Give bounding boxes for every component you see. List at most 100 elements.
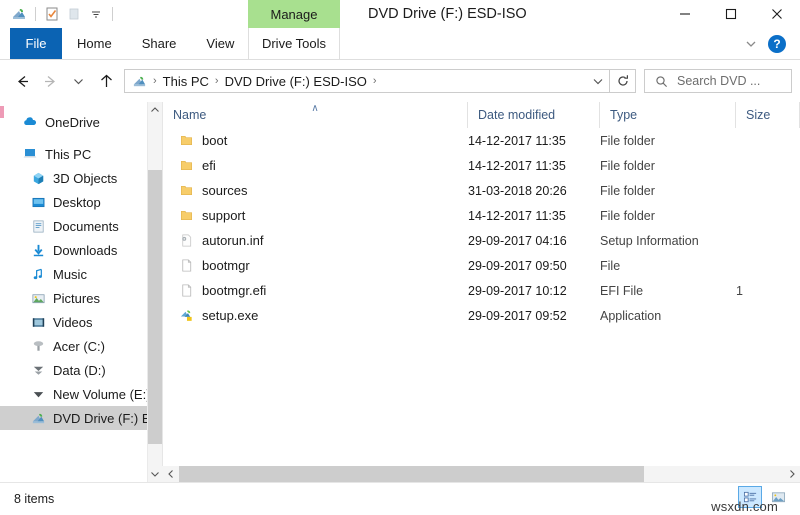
column-header-name[interactable]: ∧ Name bbox=[163, 102, 468, 128]
music-note-icon bbox=[30, 266, 46, 282]
breadcrumb-item-dvd-drive[interactable]: DVD Drive (F:) ESD-ISO bbox=[225, 74, 367, 89]
maximize-button[interactable] bbox=[708, 0, 754, 28]
help-button[interactable]: ? bbox=[768, 35, 786, 53]
sidebar-item-this-pc[interactable]: This PC bbox=[0, 142, 162, 166]
minimize-button[interactable] bbox=[662, 0, 708, 28]
tab-home[interactable]: Home bbox=[62, 28, 127, 59]
file-name-label: bootmgr.efi bbox=[202, 283, 267, 298]
watermark: wsxdn.com bbox=[711, 499, 778, 514]
sidebar-item-pictures[interactable]: Pictures bbox=[0, 286, 162, 310]
breadcrumb-item-this-pc[interactable]: This PC bbox=[163, 74, 209, 89]
new-folder-icon[interactable] bbox=[63, 3, 85, 25]
file-date-cell: 29-09-2017 09:52 bbox=[468, 308, 567, 323]
file-name-cell: bootmgr.efi bbox=[163, 283, 468, 299]
file-name-cell: boot bbox=[163, 133, 468, 149]
downloads-icon bbox=[30, 242, 46, 258]
column-header-date-modified[interactable]: Date modified bbox=[468, 102, 600, 128]
explorer-body: OneDrive This PC 3D Objects Desktop Docu… bbox=[0, 102, 800, 482]
breadcrumb-dropdown-icon[interactable] bbox=[587, 75, 609, 87]
tab-share[interactable]: Share bbox=[127, 28, 192, 59]
sidebar-item-desktop[interactable]: Desktop bbox=[0, 190, 162, 214]
onedrive-cloud-icon bbox=[22, 114, 38, 130]
tab-file[interactable]: File bbox=[10, 28, 62, 59]
table-row[interactable]: bootmgr 29-09-2017 09:50 File bbox=[163, 253, 800, 278]
file-date-cell: 29-09-2017 04:16 bbox=[468, 233, 567, 248]
refresh-button[interactable] bbox=[610, 69, 636, 93]
properties-icon[interactable] bbox=[41, 3, 63, 25]
sidebar-item-acer-c[interactable]: Acer (C:) bbox=[0, 334, 162, 358]
file-name-label: autorun.inf bbox=[202, 233, 264, 248]
table-row[interactable]: efi 14-12-2017 11:35 File folder bbox=[163, 153, 800, 178]
quick-access-partial-marker bbox=[0, 106, 4, 118]
sidebar-item-onedrive[interactable]: OneDrive bbox=[0, 110, 162, 134]
sidebar-item-label: Downloads bbox=[53, 242, 118, 258]
search-input[interactable]: Search DVD ... bbox=[644, 69, 792, 93]
recent-locations-button[interactable] bbox=[64, 66, 92, 96]
qat-separator-2 bbox=[112, 7, 113, 21]
scroll-right-arrow-icon[interactable] bbox=[783, 466, 800, 482]
scroll-up-arrow-icon[interactable] bbox=[148, 102, 162, 118]
file-name-cell: bootmgr bbox=[163, 258, 468, 274]
title-bar: Manage DVD Drive (F:) ESD-ISO bbox=[0, 0, 800, 28]
file-type-cell: EFI File bbox=[600, 283, 644, 298]
file-date-cell: 31-03-2018 20:26 bbox=[468, 183, 567, 198]
horizontal-scroll-track[interactable] bbox=[179, 466, 783, 482]
sidebar-item-dvd-drive-f[interactable]: DVD Drive (F:) ES bbox=[0, 406, 162, 430]
table-row[interactable]: boot 14-12-2017 11:35 File folder bbox=[163, 128, 800, 153]
breadcrumb-separator-0[interactable]: › bbox=[147, 75, 163, 87]
table-row[interactable]: bootmgr.efi 29-09-2017 10:12 EFI File 1 bbox=[163, 278, 800, 303]
customize-dropdown-icon[interactable] bbox=[85, 3, 107, 25]
column-headers: ∧ Name Date modified Type Size bbox=[163, 102, 800, 128]
file-list: boot 14-12-2017 11:35 File folder efi 14… bbox=[163, 128, 800, 482]
sidebar-item-music[interactable]: Music bbox=[0, 262, 162, 286]
contextual-tab-group-manage[interactable]: Manage bbox=[248, 0, 340, 28]
tab-view[interactable]: View bbox=[191, 28, 249, 59]
sidebar-item-label: 3D Objects bbox=[53, 170, 118, 186]
navigation-pane-scrollbar[interactable] bbox=[147, 102, 162, 482]
table-row[interactable]: support 14-12-2017 11:35 File folder bbox=[163, 203, 800, 228]
folder-icon bbox=[178, 208, 194, 224]
table-row[interactable]: sources 31-03-2018 20:26 File folder bbox=[163, 178, 800, 203]
sidebar-item-3d-objects[interactable]: 3D Objects bbox=[0, 166, 162, 190]
breadcrumb-dvd-drive-icon bbox=[131, 73, 147, 89]
documents-icon bbox=[30, 218, 46, 234]
file-type-cell: File folder bbox=[600, 133, 655, 148]
up-button[interactable] bbox=[92, 66, 120, 96]
file-type-cell: Application bbox=[600, 308, 662, 323]
sidebar-item-downloads[interactable]: Downloads bbox=[0, 238, 162, 262]
scroll-left-arrow-icon[interactable] bbox=[162, 466, 179, 482]
sidebar-item-new-volume-e[interactable]: New Volume (E:) bbox=[0, 382, 162, 406]
table-row[interactable]: setup.exe 29-09-2017 09:52 Application bbox=[163, 303, 800, 328]
column-header-label: Name bbox=[173, 108, 207, 122]
quick-access-toolbar bbox=[0, 0, 118, 28]
breadcrumb-separator-2[interactable]: › bbox=[367, 75, 383, 87]
forward-button[interactable] bbox=[36, 66, 64, 96]
sidebar-item-videos[interactable]: Videos bbox=[0, 310, 162, 334]
item-count-label: 8 items bbox=[14, 492, 55, 506]
scroll-down-arrow-icon[interactable] bbox=[148, 466, 162, 482]
window-title: DVD Drive (F:) ESD-ISO bbox=[368, 6, 527, 22]
tab-drive-tools[interactable]: Drive Tools bbox=[248, 28, 340, 59]
window-controls bbox=[662, 0, 800, 28]
horizontal-scrollbar-thumb[interactable] bbox=[179, 466, 645, 482]
dvd-drive-icon[interactable] bbox=[8, 3, 30, 25]
scrollbar-thumb[interactable] bbox=[148, 170, 162, 444]
file-type-cell: File folder bbox=[600, 183, 655, 198]
sidebar-item-documents[interactable]: Documents bbox=[0, 214, 162, 238]
column-header-type[interactable]: Type bbox=[600, 102, 736, 128]
breadcrumb-separator-1[interactable]: › bbox=[209, 75, 225, 87]
column-header-size[interactable]: Size bbox=[736, 102, 800, 128]
chevron-down-icon[interactable] bbox=[738, 31, 764, 57]
sidebar-item-label: This PC bbox=[45, 146, 92, 162]
file-name-label: support bbox=[202, 208, 246, 223]
sidebar-item-data-d[interactable]: Data (D:) bbox=[0, 358, 162, 382]
tab-file-label: File bbox=[25, 36, 47, 51]
file-size-cell: 1 bbox=[736, 283, 743, 298]
file-list-horizontal-scrollbar[interactable] bbox=[162, 466, 800, 482]
close-button[interactable] bbox=[754, 0, 800, 28]
column-header-label: Size bbox=[746, 108, 771, 122]
breadcrumb[interactable]: › This PC › DVD Drive (F:) ESD-ISO › bbox=[124, 69, 610, 93]
back-button[interactable] bbox=[8, 66, 36, 96]
ribbon-right-controls: ? bbox=[738, 28, 794, 60]
table-row[interactable]: autorun.inf 29-09-2017 04:16 Setup Infor… bbox=[163, 228, 800, 253]
